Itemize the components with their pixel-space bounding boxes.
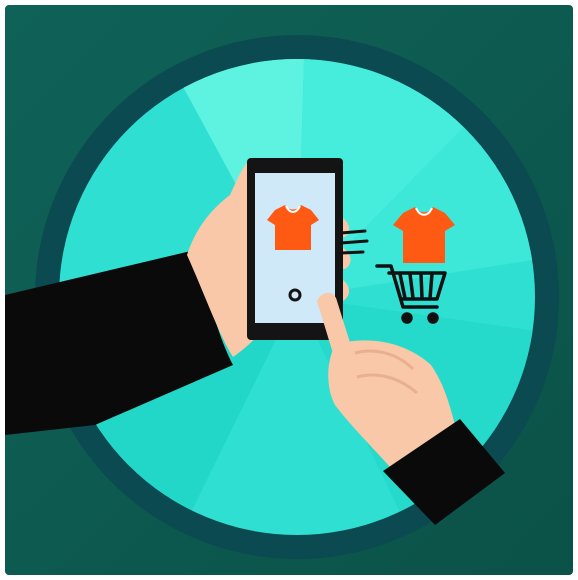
page-frame xyxy=(0,0,578,580)
illustration-tile xyxy=(5,5,573,575)
mobile-shopping-illustration xyxy=(5,5,573,575)
